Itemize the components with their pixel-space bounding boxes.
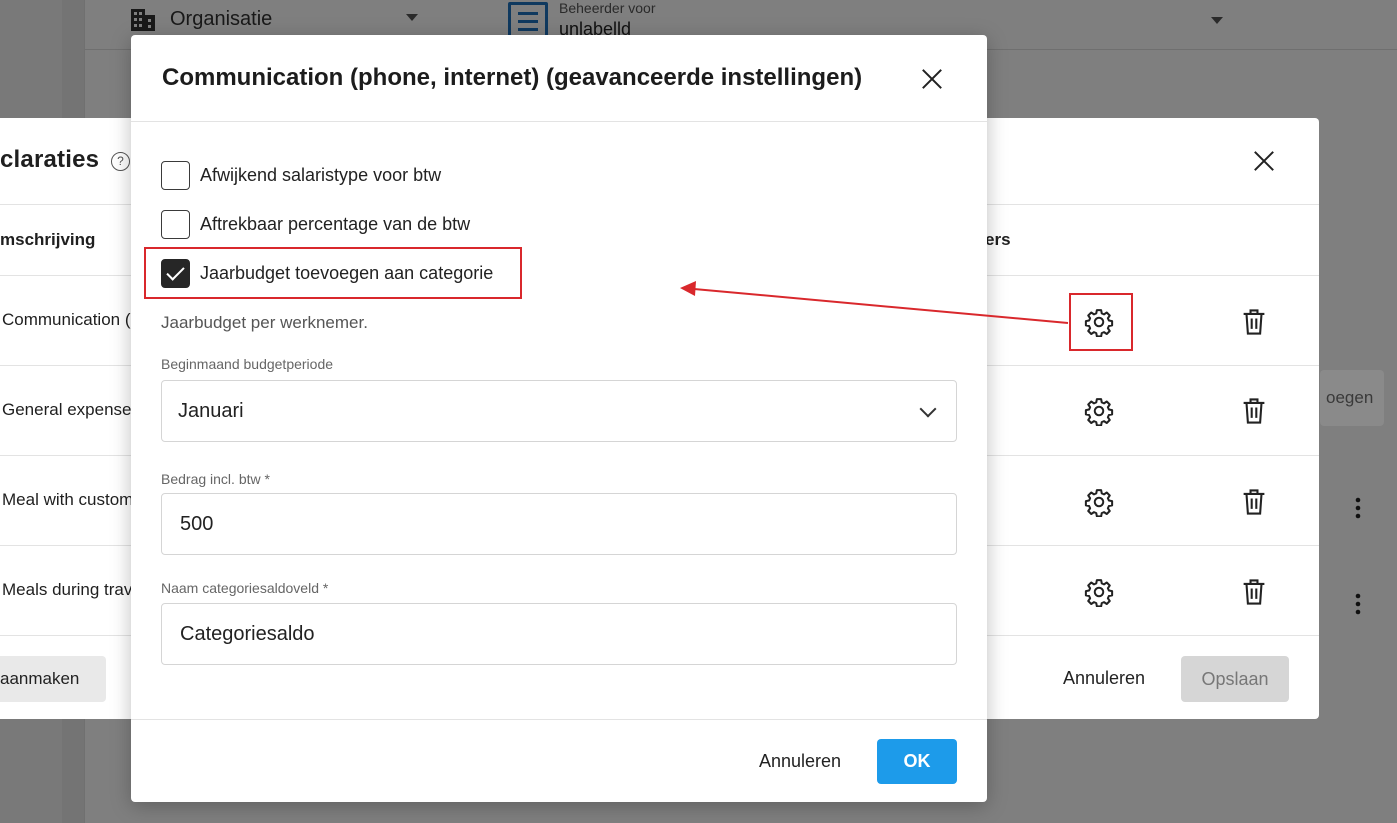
close-icon[interactable] xyxy=(921,68,943,90)
balance-field-name-label: Naam categoriesaldoveld * xyxy=(161,580,329,596)
divider xyxy=(131,719,987,720)
checkbox-label: Aftrekbaar percentage van de btw xyxy=(200,214,471,234)
advanced-settings-dialog: Communication (phone, internet) (geavanc… xyxy=(131,35,987,802)
chevron-down-icon xyxy=(919,400,937,418)
annotation-highlight-box xyxy=(1069,293,1133,351)
amount-input[interactable]: 500 xyxy=(161,493,957,555)
checkbox-unchecked-icon[interactable] xyxy=(161,210,190,239)
annotation-highlight-box xyxy=(144,247,522,299)
divider xyxy=(131,121,987,122)
amount-label: Bedrag incl. btw * xyxy=(161,471,270,487)
budget-hint-text: Jaarbudget per werknemer. xyxy=(161,313,368,332)
amount-value: 500 xyxy=(180,513,214,535)
checkbox-deviating-salary-type[interactable]: Afwijkend salaristype voor btw xyxy=(161,161,441,190)
balance-field-name-input[interactable]: Categoriesaldo xyxy=(161,603,957,665)
ok-button[interactable]: OK xyxy=(877,739,957,784)
balance-field-name-value: Categoriesaldo xyxy=(180,623,315,645)
checkbox-label: Afwijkend salaristype voor btw xyxy=(200,165,442,185)
start-month-label: Beginmaand budgetperiode xyxy=(161,356,334,372)
start-month-select[interactable]: Januari xyxy=(161,380,957,442)
cancel-button[interactable]: Annuleren xyxy=(759,751,841,772)
dialog-title: Communication (phone, internet) (geavanc… xyxy=(162,64,863,91)
start-month-value: Januari xyxy=(178,400,244,422)
checkbox-unchecked-icon[interactable] xyxy=(161,161,190,190)
checkbox-deductible-percentage[interactable]: Aftrekbaar percentage van de btw xyxy=(161,210,470,239)
